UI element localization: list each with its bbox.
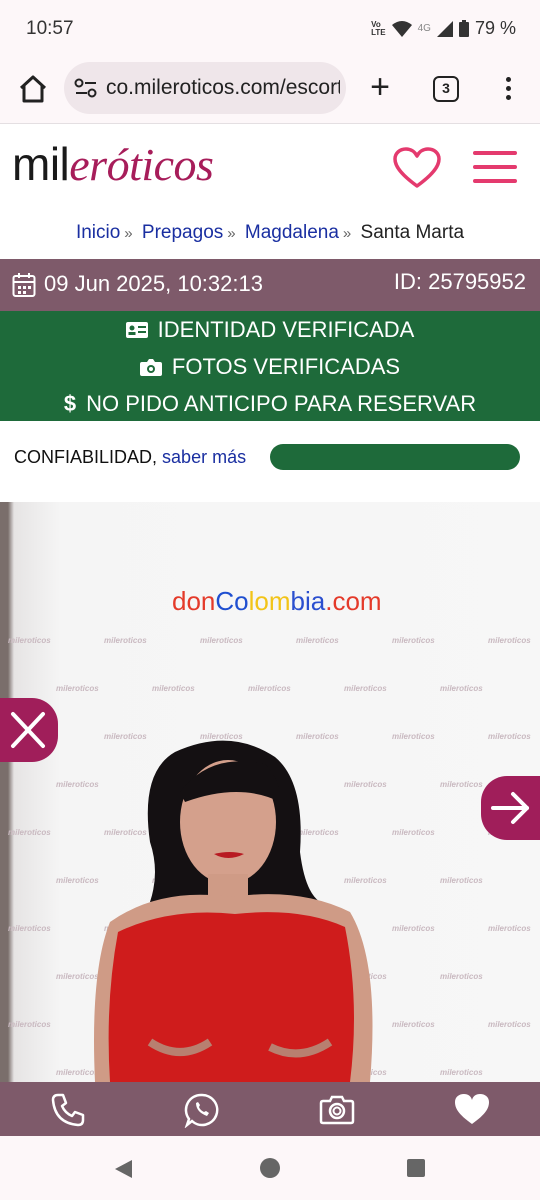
next-listing-button[interactable]: [481, 776, 540, 840]
address-bar[interactable]: co.mileroticos.com/escorts: [64, 62, 346, 114]
reliability-progress-bar: [270, 444, 520, 470]
browser-menu-button[interactable]: [496, 74, 520, 104]
back-icon[interactable]: [112, 1158, 134, 1180]
breadcrumb: Inicio» Prepagos» Magdalena» Santa Marta: [0, 222, 540, 244]
volte-icon: Vo LTE: [371, 19, 386, 37]
verified-identity-text: IDENTIDAD VERIFICADA: [157, 317, 415, 342]
breadcrumb-prepagos[interactable]: Prepagos: [142, 222, 223, 243]
close-icon: [11, 712, 45, 748]
breadcrumb-current: Santa Marta: [360, 222, 465, 243]
browser-toolbar: co.mileroticos.com/escorts + 3: [0, 56, 540, 124]
camera-icon: [139, 358, 162, 376]
system-nav-bar: [0, 1136, 540, 1200]
url-text: co.mileroticos.com/escorts: [106, 76, 340, 99]
close-listing-button[interactable]: [0, 698, 58, 762]
phone-icon[interactable]: [50, 1092, 86, 1128]
logo-part-a: mil: [12, 138, 70, 190]
site-menu-button[interactable]: [473, 151, 517, 185]
verified-photos-text: FOTOS VERIFICADAS: [171, 354, 401, 379]
breadcrumb-separator: »: [342, 225, 352, 242]
status-time: 10:57: [26, 18, 74, 39]
breadcrumb-magdalena[interactable]: Magdalena: [245, 222, 339, 243]
listing-date: 09 Jun 2025, 10:32:13: [44, 271, 263, 296]
breadcrumb-separator: »: [124, 225, 133, 242]
photo-subject: [94, 740, 373, 1082]
battery-icon: [458, 20, 469, 37]
status-bar: 10:57 Vo LTE 4G 79 %: [0, 0, 540, 56]
favorites-heart-icon[interactable]: [393, 147, 441, 189]
reliability-label: CONFIABILIDAD, saber más: [14, 447, 246, 468]
site-header: mileróticos: [0, 125, 540, 213]
verified-photos: FOTOS VERIFICADAS: [0, 348, 540, 385]
heart-icon[interactable]: [454, 1092, 490, 1128]
battery-percent: 79 %: [474, 18, 516, 38]
learn-more-link[interactable]: saber más: [162, 447, 246, 467]
listing-meta-bar: 09 Jun 2025, 10:32:13 ID: 25795952: [0, 259, 540, 311]
home-nav-icon[interactable]: [259, 1157, 281, 1179]
reliability-label-text: CONFIABILIDAD,: [14, 447, 158, 467]
verified-identity: IDENTIDAD VERIFICADA: [0, 311, 540, 348]
home-icon[interactable]: [16, 72, 50, 106]
listing-id: ID: 25795952: [393, 269, 526, 294]
signal-icon: [436, 20, 453, 37]
recents-icon[interactable]: [406, 1158, 426, 1178]
arrow-right-icon: [491, 792, 529, 824]
reliability-section: CONFIABILIDAD, saber más: [0, 421, 540, 501]
contact-action-bar: [0, 1082, 540, 1136]
calendar-icon: [12, 273, 36, 297]
site-settings-icon[interactable]: [74, 78, 98, 98]
wifi-icon: [391, 20, 412, 37]
listing-photo[interactable]: mileroticos mileroticos mileroticos milerot…: [0, 502, 540, 1082]
breadcrumb-inicio[interactable]: Inicio: [76, 222, 120, 243]
verified-no-deposit-text: NO PIDO ANTICIPO PARA RESERVAR: [86, 391, 477, 416]
whatsapp-icon[interactable]: [184, 1092, 220, 1128]
network-type: 4G: [417, 23, 431, 34]
camera-icon[interactable]: [319, 1092, 355, 1128]
site-logo[interactable]: mileróticos: [12, 137, 214, 191]
dollar-icon: $: [63, 391, 77, 416]
status-icons: Vo LTE 4G 79 %: [371, 18, 516, 39]
verification-banner: IDENTIDAD VERIFICADA FOTOS VERIFICADAS $…: [0, 311, 540, 421]
tab-switcher-button[interactable]: 3: [433, 76, 459, 102]
breadcrumb-separator: »: [227, 225, 236, 242]
new-tab-button[interactable]: +: [364, 70, 396, 106]
id-card-icon: [125, 321, 148, 338]
verified-no-deposit: $ NO PIDO ANTICIPO PARA RESERVAR: [0, 385, 540, 422]
logo-part-b: eróticos: [69, 139, 214, 190]
